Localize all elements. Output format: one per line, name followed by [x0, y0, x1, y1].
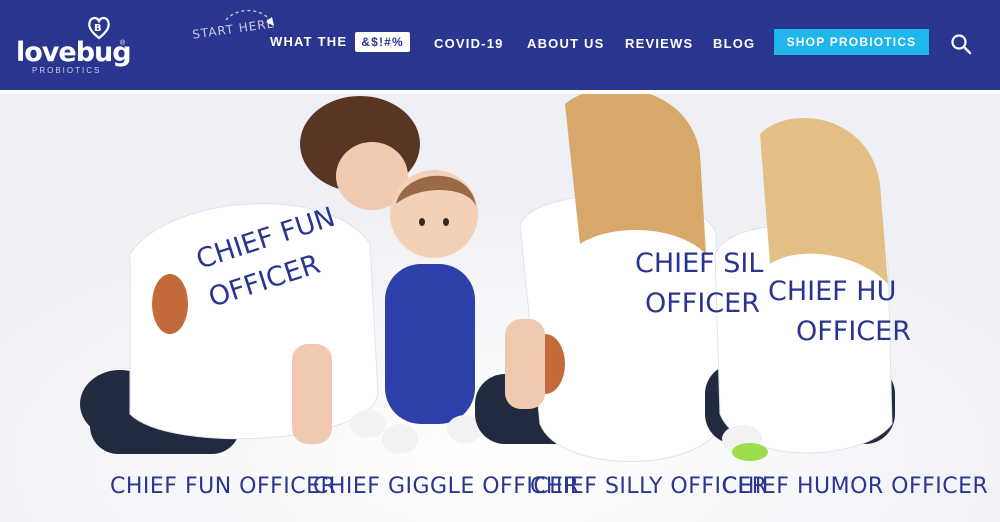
search-icon[interactable] [950, 33, 972, 55]
logo-registered: ® [120, 40, 126, 47]
nav-what-the-label: WHAT THE [270, 34, 348, 49]
nav-what-the-badge: &$!#% [355, 32, 410, 52]
nav-reviews[interactable]: REVIEWS [625, 36, 693, 52]
curved-arrow-icon [225, 9, 274, 26]
hero-banner: CHIEF FUN OFFICER CHIEF SIL OFFICER CHIE… [0, 94, 1000, 522]
svg-text:OFFICER: OFFICER [645, 288, 760, 319]
nav-what-the[interactable]: WHAT THE &$!#% [270, 32, 410, 52]
caption-chief-humor: CHIEF HUMOR OFFICER [722, 474, 989, 499]
svg-text:B: B [94, 23, 102, 34]
nav-blog[interactable]: BLOG [713, 36, 755, 52]
svg-text:OFFICER: OFFICER [796, 316, 911, 347]
shop-probiotics-button[interactable]: SHOP PROBIOTICS [774, 29, 929, 55]
logo-subtitle: PROBIOTICS [32, 66, 102, 75]
svg-text:CHIEF SIL: CHIEF SIL [635, 248, 763, 279]
nav-covid-19[interactable]: COVID-19 [434, 36, 504, 52]
caption-chief-fun: CHIEF FUN OFFICER [110, 474, 337, 499]
svg-text:CHIEF HU: CHIEF HU [768, 276, 896, 307]
nav-about-us[interactable]: ABOUT US [527, 36, 605, 52]
lovebug-logo[interactable]: B lovebug ® PROBIOTICS [16, 12, 132, 76]
hero-illustration: CHIEF FUN OFFICER CHIEF SIL OFFICER CHIE… [0, 94, 1000, 522]
logo-wordmark: lovebug [16, 37, 132, 68]
site-header: B lovebug ® PROBIOTICS START HERE WHAT T… [0, 0, 1000, 90]
